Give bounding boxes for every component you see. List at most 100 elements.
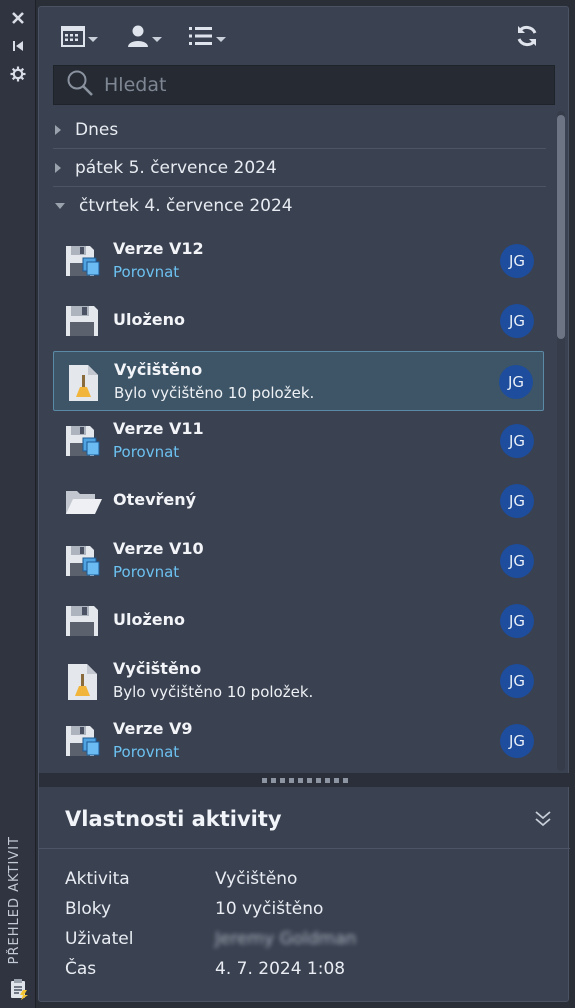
group-friday-5-july[interactable]: pátek 5. července 2024	[53, 149, 546, 187]
grip-dot	[288, 777, 294, 783]
search-input[interactable]	[104, 74, 524, 96]
gear-icon[interactable]	[8, 64, 28, 84]
toolbar	[39, 7, 568, 65]
grip-dot	[270, 777, 276, 783]
refresh-icon	[515, 24, 539, 52]
palette-title: PŘEHLED AKTIVIT	[7, 835, 22, 964]
group-label: Dnes	[75, 119, 119, 140]
list-item-version-v11[interactable]: Verze V11 Porovnat JG	[53, 411, 544, 471]
save-icon	[65, 603, 101, 639]
avatar: JG	[500, 604, 534, 638]
avatar: JG	[500, 724, 534, 758]
version-save-icon	[65, 423, 101, 459]
property-label-time: Čas	[65, 959, 97, 979]
avatar: JG	[500, 544, 534, 578]
compare-link[interactable]: Porovnat	[113, 443, 179, 461]
collapse-arrow-icon	[55, 203, 65, 209]
group-label: čtvrtek 4. července 2024	[79, 196, 293, 216]
activity-insights-palette: PŘEHLED AKTIVIT Hledat Dnes pátek 5. čer…	[0, 0, 575, 1008]
purge-icon	[65, 663, 101, 700]
grip-dot	[324, 777, 330, 783]
compare-link[interactable]: Porovnat	[113, 743, 179, 761]
avatar: JG	[500, 664, 534, 698]
list-item-purged-selected[interactable]: Vyčištěno Bylo vyčištěno 10 položek. JG	[53, 351, 544, 411]
grip-dot	[342, 777, 348, 783]
property-label-activity: Aktivita	[65, 869, 130, 889]
item-title: Uloženo	[113, 610, 186, 629]
item-title: Verze V11	[113, 419, 204, 438]
group-thursday-4-july[interactable]: čtvrtek 4. července 2024	[53, 187, 546, 225]
activity-properties: Vlastnosti aktivity Aktivita Vyčištěno B…	[39, 789, 570, 1003]
property-label-user: Uživatel	[65, 929, 134, 949]
group-label: pátek 5. července 2024	[75, 157, 277, 178]
activity-panel: Dnes pátek 5. července 2024 čtvrtek 4. č…	[38, 6, 570, 1003]
property-value-user: Jeremy Goldman	[215, 929, 357, 949]
list-item-saved[interactable]: Uloženo JG	[53, 291, 544, 351]
grip-dot	[261, 777, 267, 783]
grip-dot	[306, 777, 312, 783]
scrollbar-thumb[interactable]	[557, 115, 565, 339]
avatar: JG	[500, 424, 534, 458]
list-icon	[189, 26, 213, 50]
properties-header: Vlastnosti aktivity	[39, 789, 570, 849]
palette-title-bar: PŘEHLED AKTIVIT	[0, 0, 36, 1008]
chevron-down-icon	[216, 36, 226, 42]
list-item-purged[interactable]: Vyčištěno Bylo vyčištěno 10 položek. JG	[53, 651, 544, 711]
expand-arrow-icon	[55, 124, 61, 135]
item-title: Vyčištěno	[114, 360, 203, 379]
item-title: Verze V9	[113, 719, 193, 738]
list-item-version-v10[interactable]: Verze V10 Porovnat JG	[53, 531, 544, 591]
item-description: Bylo vyčištěno 10 položek.	[113, 683, 314, 701]
user-icon	[127, 24, 149, 52]
list-item-version-v9[interactable]: Verze V9 Porovnat JG	[53, 711, 544, 771]
avatar: JG	[499, 365, 533, 399]
grip-dot	[315, 777, 321, 783]
item-title: Verze V10	[113, 539, 204, 558]
item-title: Vyčištěno	[113, 659, 202, 678]
panel-splitter[interactable]	[39, 773, 570, 787]
chevron-down-icon	[152, 36, 162, 42]
compare-link[interactable]: Porovnat	[113, 563, 179, 581]
activity-insights-icon	[9, 978, 29, 1000]
property-value-activity: Vyčištěno	[215, 869, 298, 889]
grip-dot	[297, 777, 303, 783]
version-save-icon	[65, 243, 101, 279]
refresh-button[interactable]	[515, 25, 539, 51]
avatar: JG	[500, 304, 534, 338]
list-item-version-v12[interactable]: Verze V12 Porovnat JG	[53, 231, 544, 291]
property-value-blocks: 10 vyčištěno	[215, 899, 324, 919]
compare-link[interactable]: Porovnat	[113, 263, 179, 281]
item-title: Uloženo	[113, 310, 186, 329]
save-icon	[65, 303, 101, 339]
activity-type-filter-button[interactable]	[189, 25, 226, 51]
group-today[interactable]: Dnes	[53, 111, 546, 149]
list-item-opened[interactable]: Otevřený JG	[53, 471, 544, 531]
double-chevron-down-icon[interactable]	[534, 809, 552, 829]
calendar-icon	[61, 25, 85, 51]
version-save-icon	[65, 723, 101, 759]
properties-title: Vlastnosti aktivity	[65, 807, 282, 831]
folder-open-icon	[65, 483, 102, 519]
property-value-time: 4. 7. 2024 1:08	[215, 959, 346, 979]
user-filter-button[interactable]	[127, 25, 162, 51]
chevron-down-icon	[88, 36, 98, 42]
item-description: Bylo vyčištěno 10 položek.	[114, 384, 315, 402]
close-icon[interactable]	[8, 8, 28, 28]
avatar: JG	[500, 244, 534, 278]
avatar: JG	[500, 484, 534, 518]
item-title: Otevřený	[113, 490, 197, 509]
list-scrollbar[interactable]	[557, 111, 565, 771]
activity-list: Dnes pátek 5. července 2024 čtvrtek 4. č…	[39, 111, 570, 771]
grip-dot	[279, 777, 285, 783]
list-item-saved[interactable]: Uloženo JG	[53, 591, 544, 651]
expand-arrow-icon	[55, 162, 61, 173]
date-filter-button[interactable]	[61, 25, 98, 51]
version-save-icon	[65, 543, 101, 579]
purge-icon	[66, 364, 102, 401]
collapse-icon[interactable]	[8, 36, 28, 56]
search-box[interactable]	[53, 65, 555, 105]
item-title: Verze V12	[113, 239, 204, 258]
grip-dot	[333, 777, 339, 783]
search-icon	[66, 69, 94, 101]
property-label-blocks: Bloky	[65, 899, 112, 919]
